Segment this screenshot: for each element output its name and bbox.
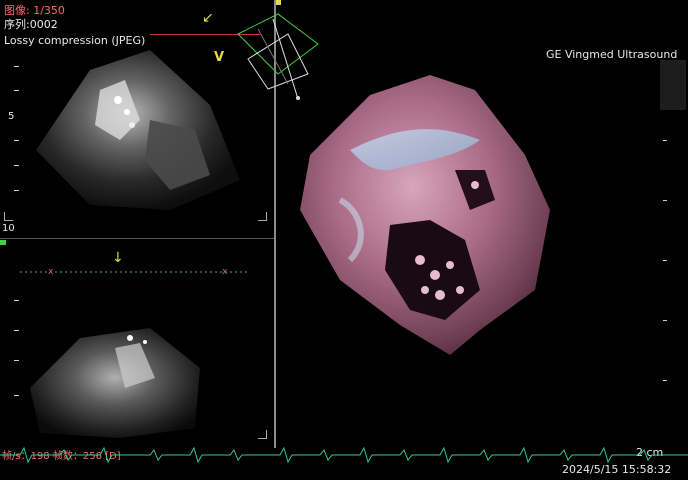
- right-tick: [663, 140, 667, 141]
- right-tick: [663, 380, 667, 381]
- right-scrollbar: [660, 60, 686, 110]
- svg-text:x: x: [48, 267, 54, 277]
- svg-text:x: x: [222, 267, 228, 277]
- right-tick: [663, 260, 667, 261]
- right-tick: [663, 320, 667, 321]
- timestamp: 2024/5/15 15:58:32: [562, 463, 672, 476]
- down-arrow-icon: ↓: [112, 250, 124, 266]
- ultrasound-bottom-view: x x: [20, 267, 250, 438]
- plane-marker: V: [214, 50, 225, 65]
- 3d-tissue-volume: [300, 75, 550, 355]
- down-arrow-icon: ↙: [202, 10, 214, 26]
- right-tick: [663, 200, 667, 201]
